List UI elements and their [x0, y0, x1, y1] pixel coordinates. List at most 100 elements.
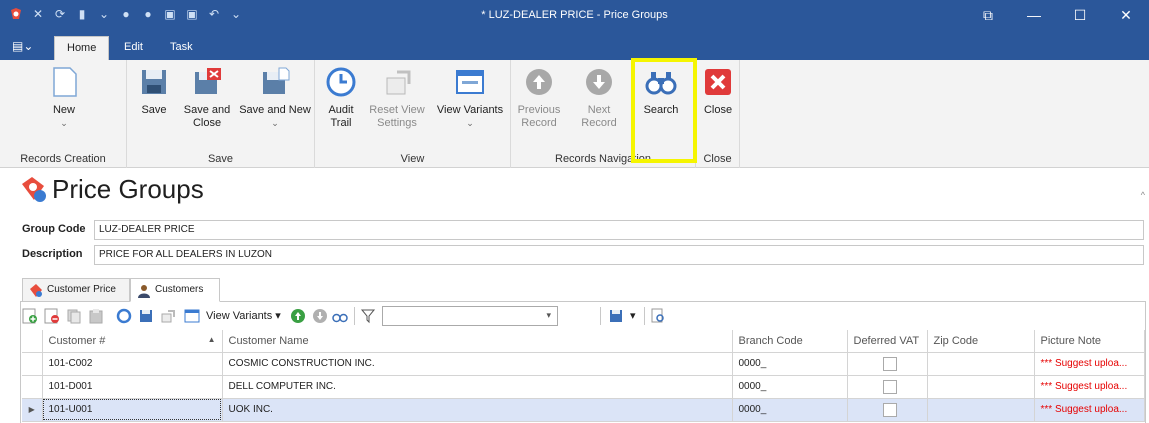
save-close-icon: [195, 68, 221, 94]
copy-row-icon[interactable]: [66, 308, 82, 324]
group-code-field[interactable]: LUZ-DEALER PRICE: [94, 220, 1144, 240]
column-header-zip-code[interactable]: Zip Code: [927, 330, 1035, 353]
table-row[interactable]: 101-D001 DELL COMPUTER INC. 0000_ *** Su…: [22, 375, 1145, 399]
minimize-button[interactable]: —: [1011, 0, 1057, 32]
group-code-label: Group Code: [22, 223, 86, 235]
group-label: View: [400, 153, 425, 165]
column-header-branch-code[interactable]: Branch Code: [732, 330, 848, 353]
filter-dropdown[interactable]: ▾: [382, 306, 558, 326]
arrow-down-circle-icon: [586, 69, 612, 95]
deferred-vat-checkbox[interactable]: [883, 379, 897, 394]
prev-up-icon[interactable]: [290, 308, 306, 324]
new-document-icon: [53, 67, 77, 97]
toolbar-separator: [644, 307, 645, 325]
save-button[interactable]: Save: [137, 66, 171, 117]
close-window-button[interactable]: ✕: [1103, 0, 1149, 32]
deferred-vat-checkbox[interactable]: [883, 356, 897, 371]
reset-view-icon: [386, 70, 411, 95]
cell-deferred-vat[interactable]: [847, 352, 928, 376]
tab-task[interactable]: Task: [158, 36, 205, 60]
cell-zip-code[interactable]: [927, 375, 1035, 399]
page-title: Price Groups: [52, 174, 204, 204]
audit-trail-icon: [326, 67, 356, 97]
view-variants-icon: [456, 70, 484, 94]
restore-layout-button[interactable]: ⧉: [965, 0, 1011, 32]
description-field[interactable]: PRICE FOR ALL DEALERS IN LUZON: [94, 245, 1144, 265]
cell-zip-code[interactable]: [927, 398, 1035, 422]
next-record-button[interactable]: Next Record: [571, 66, 627, 130]
grid-view-variants-dropdown[interactable]: View Variants ▾: [206, 309, 281, 322]
search-highlight-box: [631, 58, 697, 163]
cell-branch-code[interactable]: 0000_: [732, 352, 848, 376]
save-new-icon: [263, 67, 290, 94]
cell-branch-code[interactable]: 0000_: [732, 375, 848, 399]
cell-customer-no[interactable]: 101-C002: [42, 352, 223, 376]
cell-customer-no[interactable]: 101-D001: [42, 375, 223, 399]
export-dropdown-icon[interactable]: ▾: [630, 309, 636, 322]
arrow-up-circle-icon: [526, 69, 552, 95]
export-save-icon[interactable]: [608, 308, 624, 324]
table-row-selected[interactable]: ▶ 101-U001 UOK INC. 0000_ *** Suggest up…: [22, 398, 1145, 422]
previous-record-button[interactable]: Previous Record: [517, 66, 561, 130]
collapse-ribbon-icon[interactable]: ^: [1141, 190, 1145, 200]
cell-deferred-vat[interactable]: [847, 375, 928, 399]
group-view: Audit Trail Reset View Settings View Var…: [315, 60, 511, 168]
cell-customer-no[interactable]: 101-U001: [42, 398, 223, 422]
toolbar-separator: [354, 307, 355, 325]
cell-customer-name[interactable]: UOK INC.: [222, 398, 733, 422]
cell-picture-note[interactable]: *** Suggest uploa...: [1034, 375, 1145, 399]
group-close: Close Close: [696, 60, 740, 168]
grid-header-row: Customer # ▲ Customer Name Branch Code De…: [22, 330, 1145, 353]
row-indicator[interactable]: [22, 352, 43, 376]
tab-customers[interactable]: Customers: [130, 278, 220, 302]
file-menu-icon[interactable]: ▤⌄: [12, 39, 33, 53]
maximize-button[interactable]: ☐: [1057, 0, 1103, 32]
filter-icon[interactable]: [360, 308, 376, 324]
deferred-vat-checkbox[interactable]: [883, 402, 897, 417]
table-row[interactable]: 101-C002 COSMIC CONSTRUCTION INC. 0000_ …: [22, 352, 1145, 376]
cell-deferred-vat[interactable]: [847, 398, 928, 422]
view-variants-button[interactable]: View Variants ⌄: [433, 66, 507, 130]
new-button[interactable]: New ⌄: [44, 66, 84, 130]
group-save: Save Save and Close Save and New ⌄ Save: [127, 60, 315, 168]
reset-view-settings-button[interactable]: Reset View Settings: [367, 66, 427, 130]
customers-icon: [138, 285, 150, 298]
cell-branch-code[interactable]: 0000_: [732, 398, 848, 422]
tab-edit[interactable]: Edit: [112, 36, 155, 60]
refresh-grid-icon[interactable]: [116, 308, 132, 324]
add-row-icon[interactable]: [22, 308, 38, 324]
save-grid-icon[interactable]: [138, 308, 154, 324]
description-row: Description PRICE FOR ALL DEALERS IN LUZ…: [22, 245, 1146, 265]
ribbon-tabs-row: ▤⌄ Home Edit Task: [0, 32, 1149, 60]
cell-zip-code[interactable]: [927, 352, 1035, 376]
tab-customer-price[interactable]: Customer Price: [22, 278, 130, 302]
save-and-close-button[interactable]: Save and Close: [177, 66, 237, 130]
group-label: Save: [207, 153, 234, 165]
tab-home[interactable]: Home: [54, 36, 110, 60]
row-indicator[interactable]: [22, 375, 43, 399]
audit-trail-button[interactable]: Audit Trail: [323, 66, 359, 130]
print-preview-icon[interactable]: [650, 308, 666, 324]
close-button[interactable]: Close: [702, 66, 734, 117]
delete-row-icon[interactable]: [44, 308, 60, 324]
next-down-icon[interactable]: [312, 308, 328, 324]
grid-binoculars-icon[interactable]: [332, 308, 348, 324]
column-header-picture-note[interactable]: Picture Note: [1034, 330, 1145, 353]
column-header-deferred-vat[interactable]: Deferred VAT: [847, 330, 928, 353]
save-and-new-button[interactable]: Save and New ⌄: [239, 66, 311, 130]
close-red-icon: [705, 69, 731, 95]
reset-grid-icon[interactable]: [160, 308, 176, 324]
paste-row-icon[interactable]: [88, 308, 104, 324]
column-header-customer-name[interactable]: Customer Name: [222, 330, 733, 353]
view-variants-grid-icon[interactable]: [184, 308, 200, 324]
floppy-icon: [142, 70, 166, 94]
column-header-customer-no[interactable]: Customer # ▲: [42, 330, 223, 353]
cell-picture-note[interactable]: *** Suggest uploa...: [1034, 352, 1145, 376]
group-records-creation: New ⌄ Records Creation: [0, 60, 127, 168]
price-group-icon: [22, 177, 46, 202]
current-row-indicator-icon[interactable]: ▶: [22, 398, 43, 422]
cell-customer-name[interactable]: COSMIC CONSTRUCTION INC.: [222, 352, 733, 376]
cell-customer-name[interactable]: DELL COMPUTER INC.: [222, 375, 733, 399]
cell-picture-note[interactable]: *** Suggest uploa...: [1034, 398, 1145, 422]
group-label: Close: [703, 153, 732, 165]
